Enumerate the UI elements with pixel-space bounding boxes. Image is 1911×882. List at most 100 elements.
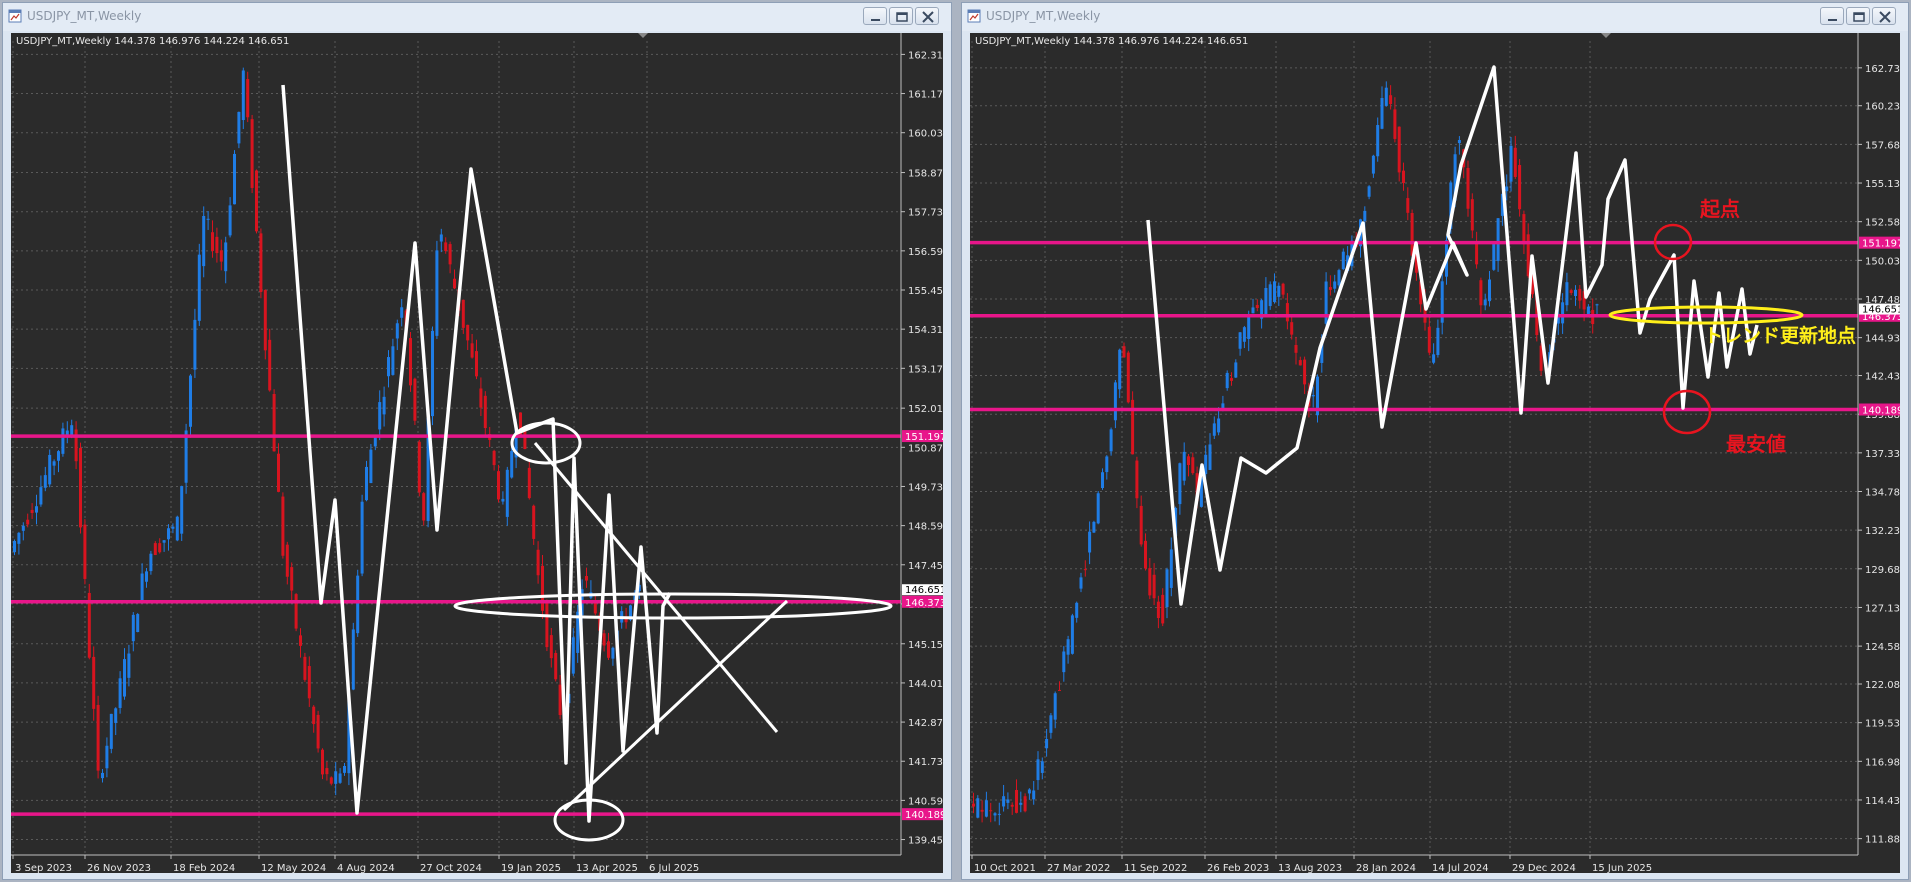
- candle-body: [1466, 167, 1470, 209]
- symbol-info: USDJPY_MT,Weekly 144.378 146.976 144.224…: [975, 36, 1249, 47]
- candle-body: [246, 79, 250, 118]
- candle-body: [360, 501, 364, 574]
- time-tick-label: 3 Sep 2023: [15, 863, 72, 873]
- candle-body: [1079, 577, 1083, 589]
- price-tick-label: 160.030: [908, 129, 943, 140]
- candle-body: [1113, 382, 1117, 421]
- candle-body: [1380, 98, 1384, 129]
- chart-window-right[interactable]: USDJPY_MT,Weekly 起点最安値 トレンド更新地点 162.730 160…: [961, 2, 1909, 880]
- candle-body: [1217, 418, 1221, 433]
- candle-body: [571, 637, 575, 674]
- symbol-info: USDJPY_MT,Weekly 144.378 146.976 144.224…: [16, 36, 290, 47]
- candle-body: [1178, 463, 1182, 505]
- candle-body: [527, 467, 531, 499]
- candle-body: [1053, 693, 1057, 720]
- candle-body: [492, 450, 496, 466]
- candle-body: [1118, 349, 1122, 390]
- price-tick-label: 150.870: [908, 443, 943, 454]
- candle-body: [1122, 346, 1126, 358]
- candle-body: [505, 469, 509, 517]
- candle-body: [1230, 378, 1233, 381]
- candle-body: [1483, 299, 1487, 306]
- candle-body: [501, 498, 505, 502]
- price-tick-label: 148.590: [908, 522, 943, 533]
- candle-body: [294, 594, 298, 629]
- candle-body: [976, 798, 980, 818]
- candle-body: [413, 378, 417, 421]
- minimize-button[interactable]: [863, 7, 887, 25]
- price-tick-label: 150.030: [1865, 256, 1900, 267]
- candle-body: [1492, 242, 1496, 270]
- candle-body: [466, 324, 470, 341]
- candle-body: [255, 170, 258, 232]
- candle-body: [1505, 186, 1509, 192]
- candle-body: [193, 319, 197, 370]
- price-chart[interactable]: 起点最安値 トレンド更新地点 162.730 160.230 157.680 155.13…: [970, 33, 1900, 873]
- candle-body: [365, 466, 368, 501]
- candle-body: [602, 633, 606, 646]
- candle-body: [378, 402, 382, 430]
- candle-body: [1105, 456, 1109, 473]
- candle-body: [395, 323, 399, 339]
- candle-body: [1574, 289, 1577, 297]
- candle-body: [1457, 140, 1461, 144]
- candle-body: [1432, 354, 1436, 363]
- candle-body: [1225, 372, 1229, 389]
- candle-body: [334, 771, 338, 784]
- level-price-label: 140.189: [1862, 406, 1900, 417]
- time-tick-label: 29 Dec 2024: [1512, 863, 1576, 873]
- candle-body: [118, 678, 122, 708]
- title-bar[interactable]: USDJPY_MT,Weekly: [3, 3, 951, 31]
- time-tick-label: 18 Feb 2024: [173, 863, 235, 873]
- candle-body: [1010, 804, 1014, 807]
- candle-body: [607, 641, 610, 658]
- candle-body: [1569, 290, 1573, 293]
- candle-body: [1367, 186, 1371, 197]
- chart-window-left[interactable]: USDJPY_MT,Weekly 162.310 161.170 160.030 15…: [2, 2, 952, 880]
- time-tick-label: 11 Sep 2022: [1124, 863, 1187, 873]
- price-chart[interactable]: 162.310 161.170 160.030 158.870 157.730 156.5…: [11, 33, 943, 873]
- candle-body: [1242, 327, 1246, 342]
- candle-body: [1561, 302, 1565, 324]
- time-tick-label: 13 Aug 2023: [1278, 863, 1342, 873]
- candle-body: [993, 813, 997, 816]
- price-tick-label: 160.230: [1865, 102, 1900, 113]
- candle-body: [400, 307, 404, 318]
- candle-body: [1156, 601, 1160, 619]
- minimize-icon: [1828, 19, 1837, 21]
- close-icon: [1879, 11, 1891, 23]
- title-bar[interactable]: USDJPY_MT,Weekly: [962, 3, 1908, 31]
- minimize-icon: [871, 19, 880, 21]
- candle-body: [1088, 531, 1092, 553]
- candle-body: [325, 768, 329, 775]
- close-button[interactable]: [1872, 7, 1896, 25]
- chart-area[interactable]: 162.310 161.170 160.030 158.870 157.730 156.5…: [11, 33, 943, 873]
- candle-body: [1027, 789, 1031, 794]
- minimize-button[interactable]: [1820, 7, 1844, 25]
- restore-icon: [1853, 12, 1865, 22]
- candle-body: [1273, 281, 1276, 302]
- close-button[interactable]: [915, 7, 939, 25]
- price-tick-label: 139.450: [908, 836, 943, 847]
- candle-body: [1161, 594, 1165, 624]
- time-tick-label: 27 Oct 2024: [420, 863, 482, 873]
- candle-body: [1075, 602, 1079, 618]
- candle-body: [303, 656, 307, 680]
- candle-body: [461, 299, 465, 328]
- chart-area[interactable]: 起点最安値 トレンド更新地点 162.730 160.230 157.680 155.13…: [970, 33, 1900, 873]
- scroll-marker: [638, 33, 648, 38]
- time-tick-label: 12 May 2024: [261, 863, 326, 873]
- candle-body: [13, 540, 16, 553]
- start-point-label: 起点: [1699, 197, 1740, 221]
- price-tick-label: 129.680: [1865, 565, 1900, 576]
- candle-body: [1148, 568, 1152, 596]
- restore-button[interactable]: [1846, 7, 1870, 25]
- candle-body: [1238, 332, 1242, 349]
- candle-body: [329, 777, 333, 784]
- candle-body: [1496, 218, 1500, 261]
- restore-button[interactable]: [889, 7, 913, 25]
- candle-body: [1144, 540, 1147, 569]
- price-tick-label: 132.230: [1865, 526, 1900, 537]
- candle-body: [321, 749, 324, 775]
- candle-body: [180, 486, 184, 534]
